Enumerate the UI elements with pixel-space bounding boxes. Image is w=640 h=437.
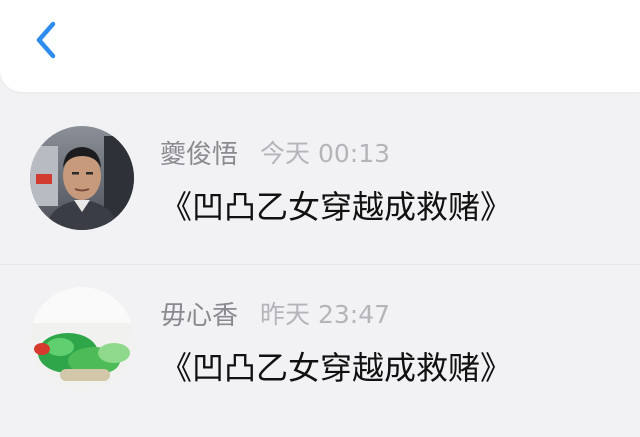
list-item[interactable]: 毋心香 昨天 23:47 《凹凸乙女穿越成救赌》 [0,264,640,425]
timestamp: 今天 00:13 [260,139,391,168]
message-text: 《凹凸乙女穿越成救赌》 [160,188,513,226]
avatar[interactable] [30,287,134,391]
chevron-left-icon [36,21,56,59]
message-text: 《凹凸乙女穿越成救赌》 [160,349,513,387]
message-meta: 夔俊悟 今天 00:13 [160,134,390,170]
message-list: 夔俊悟 今天 00:13 《凹凸乙女穿越成救赌》 毋心香 昨天 23:47 《凹… [0,104,640,425]
timestamp: 昨天 23:47 [260,300,391,329]
sender-name: 夔俊悟 [160,139,239,170]
back-button[interactable] [22,16,74,68]
avatar[interactable] [30,126,134,230]
list-item[interactable]: 夔俊悟 今天 00:13 《凹凸乙女穿越成救赌》 [0,104,640,264]
message-meta: 毋心香 昨天 23:47 [160,295,390,331]
top-bar [0,0,640,92]
sender-name: 毋心香 [160,300,239,331]
